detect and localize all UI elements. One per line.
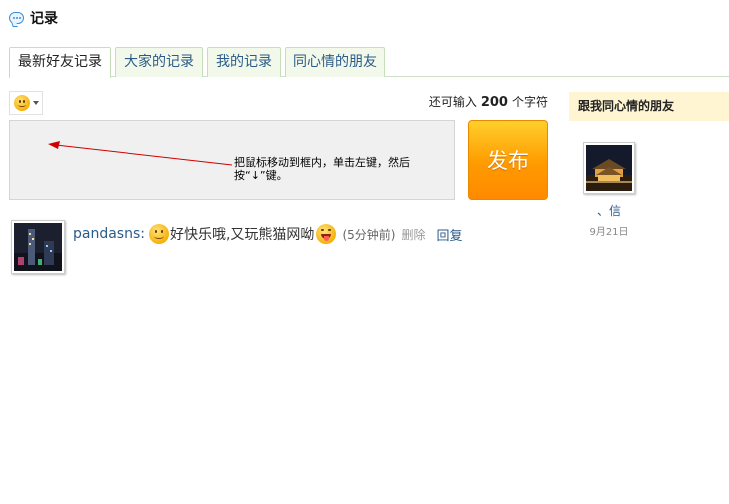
reply-link[interactable]: 回复 [436,225,462,244]
user-avatar[interactable] [11,220,65,274]
tab-friends-records[interactable]: 最新好友记录 [9,47,111,78]
record-input[interactable]: 把鼠标移动到框内，单击左键，然后按“↓”键。 [9,120,455,200]
tab-bar: 最新好友记录 大家的记录 我的记录 同心情的朋友 [9,47,729,78]
section-header: 记录 [9,8,58,28]
speech-bubble-icon [9,12,24,24]
friend-avatar[interactable] [583,142,635,194]
friend-name[interactable]: 、信 [569,202,649,219]
tongue-out-face-icon [316,224,337,244]
counter-value: 200 [480,95,508,110]
input-hint: 把鼠标移动到框内，单击左键，然后按“↓”键。 [234,156,410,182]
avatar-image [14,223,62,271]
emoji-picker-button[interactable] [9,91,43,115]
char-counter: 还可输入 200 个字符 [429,93,548,110]
record-content: pandasns : 好快乐哦,又玩熊猫网呦 (5分钟前) 删除 回复 [73,222,462,246]
record-text: 好快乐哦,又玩熊猫网呦 [169,227,315,243]
record-time: (5分钟前) [342,227,396,242]
chevron-down-icon [32,101,39,105]
record-colon: : [140,226,145,242]
record-username[interactable]: pandasns [73,226,140,242]
smiley-icon [148,224,169,244]
delete-link[interactable]: 删除 [401,226,425,243]
publish-button[interactable]: 发布 [468,120,548,200]
friend-avatar-image [586,145,632,191]
tab-same-mood-friends[interactable]: 同心情的朋友 [285,47,385,77]
sidebar-title: 跟我同心情的朋友 [569,92,729,121]
smiley-icon [13,95,30,111]
counter-suffix: 个字符 [511,95,548,109]
tab-my-records[interactable]: 我的记录 [207,47,281,77]
counter-prefix: 还可输入 [428,95,477,109]
tab-everyone-records[interactable]: 大家的记录 [115,47,203,77]
record-item: pandasns : 好快乐哦,又玩熊猫网呦 (5分钟前) 删除 回复 [11,220,551,276]
friend-date: 9月21日 [589,227,629,238]
section-title: 记录 [30,11,58,27]
